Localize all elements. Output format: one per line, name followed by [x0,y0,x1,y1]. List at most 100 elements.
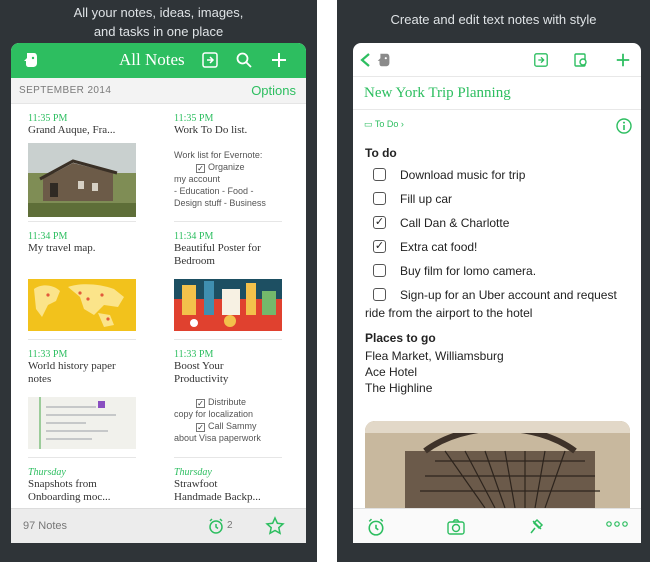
divider [174,339,282,340]
note-snippet: ✓ Distribute copy for localization ✓ Call … [174,397,261,443]
note-card-grand-auque[interactable]: 11:35 PM Grand Auque, Fra... [28,113,156,231]
todo-item: Download music for trip [365,166,635,184]
divider [28,221,136,222]
checkbox-icon: ✓ [196,399,205,408]
place-item: Ace Hotel [365,365,418,379]
checkbox-icon: ✓ [196,423,205,432]
checkbox[interactable] [373,264,386,277]
note-title: World history paper [28,360,116,372]
world-map-thumbnail [28,279,136,331]
note-card-history-paper[interactable]: 11:33 PM World history paper notes [28,349,156,467]
note-editor-screen: New York Trip Planning ▭ To Do › To do D… [353,43,641,543]
info-icon[interactable] [616,118,632,139]
notes-grid: 11:35 PM Grand Auque, Fra... 11:35 PM Wo… [11,104,306,508]
note-title-line2: Productivity [174,373,229,385]
poster-thumbnail [174,279,282,331]
back-chevron-icon[interactable] [359,52,371,73]
note-time: 11:34 PM [174,231,214,242]
reminder-clock-icon[interactable] [367,518,385,541]
note-time: Thursday [174,467,212,478]
note-editor-header [353,43,641,77]
month-label: SEPTEMBER 2014 [19,85,112,96]
plus-icon[interactable] [270,51,288,74]
right-promo-panel: Create and edit text notes with style Ne… [337,0,650,562]
bridge-photo[interactable] [365,421,630,508]
note-time: Thursday [28,467,66,478]
todo-item: Buy film for lomo camera. [365,262,635,280]
place-item: Flea Market, Williamsburg [365,349,504,363]
checkbox[interactable] [373,168,386,181]
notebook-name: To Do [374,119,399,129]
divider [28,457,136,458]
more-icon[interactable] [605,516,629,537]
note-card-poster[interactable]: 11:34 PM Beautiful Poster for Bedroom [174,231,302,349]
barn-photo-thumbnail [28,143,136,217]
camera-icon[interactable] [446,518,466,541]
checkbox-icon: ✓ [196,164,205,173]
editor-toolbar [353,508,641,543]
page-title: All Notes [119,50,185,69]
annotate-icon[interactable] [573,52,589,73]
note-title-line2: Onboarding moc... [28,491,111,503]
note-title-line2: notes [28,373,52,385]
note-title-line2: Handmade Backp... [174,491,261,503]
places-section: Places to go Flea Market, Williamsburg A… [365,330,635,396]
note-time: 11:35 PM [28,113,68,124]
note-card-productivity[interactable]: 11:33 PM Boost Your Productivity ✓ Distri… [174,349,302,467]
all-notes-header: All Notes [11,43,306,78]
search-icon[interactable] [235,51,253,74]
evernote-elephant-icon[interactable] [375,51,393,74]
note-time: 11:34 PM [28,231,68,242]
note-title: Work To Do list. [174,124,248,136]
attach-icon[interactable] [528,518,546,541]
notebook-icon: ▭ [364,119,373,129]
share-icon[interactable] [201,51,219,74]
todo-item: ✓ Extra cat food! [373,240,478,254]
notes-subbar: SEPTEMBER 2014 Options [11,78,306,104]
checkbox-checked[interactable]: ✓ [373,240,386,253]
note-body[interactable]: To do Download music for trip Fill up ca… [365,146,635,396]
evernote-elephant-icon[interactable] [21,50,41,75]
star-icon[interactable] [265,516,285,541]
note-time: 11:33 PM [28,349,68,360]
divider [174,457,282,458]
note-time: 11:33 PM [174,349,214,360]
note-card-travel-map[interactable]: 11:34 PM My travel map. [28,231,156,349]
todo-item: Sign-up for an Uber account and request … [365,288,617,320]
note-title: My travel map. [28,242,96,254]
checkbox-checked[interactable]: ✓ [373,216,386,229]
left-caption-line2: and tasks in one place [93,24,224,39]
notebook-selector[interactable]: ▭ To Do › [364,119,404,130]
note-title: Boost Your [174,360,224,372]
note-title: Grand Auque, Fra... [28,124,116,136]
left-caption: All your notes, ideas, images, and tasks… [10,3,307,41]
note-title: Strawfoot [174,478,218,490]
note-count: 97 Notes [23,520,68,532]
todo-item: ✓ Call Dan & Charlotte [373,216,510,230]
left-caption-line1: All your notes, ideas, images, [73,5,244,20]
handwritten-notes-thumbnail [28,397,136,449]
note-title: Beautiful Poster for [174,242,261,254]
reminder-count: 2 [227,520,233,531]
note-card-work-todo[interactable]: 11:35 PM Work To Do list. Work list for … [174,113,302,231]
checkbox[interactable] [373,288,386,301]
chevron-right-icon: › [400,119,404,129]
reminder-clock-icon[interactable] [208,518,224,539]
note-card-strawfoot[interactable]: Thursday Strawfoot Handmade Backp... [174,467,302,508]
divider [28,339,136,340]
options-button[interactable]: Options [251,83,296,98]
note-title-line2: Bedroom [174,255,215,267]
plus-icon[interactable] [615,52,631,73]
title-divider [353,109,641,110]
checkbox[interactable] [373,192,386,205]
note-title: Snapshots from [28,478,97,490]
place-item: The Highline [365,381,433,395]
right-caption: Create and edit text notes with style [390,12,597,27]
todo-item: Fill up car [365,190,635,208]
note-card-snapshots[interactable]: Thursday Snapshots from Onboarding moc..… [28,467,156,508]
todo-heading: To do [365,146,397,160]
left-promo-panel: All your notes, ideas, images, and tasks… [0,0,317,562]
note-title[interactable]: New York Trip Planning [364,85,511,102]
share-icon[interactable] [533,52,549,73]
all-notes-screen: All Notes SEPTEMBER 2014 Options 11:35 P… [11,43,306,543]
